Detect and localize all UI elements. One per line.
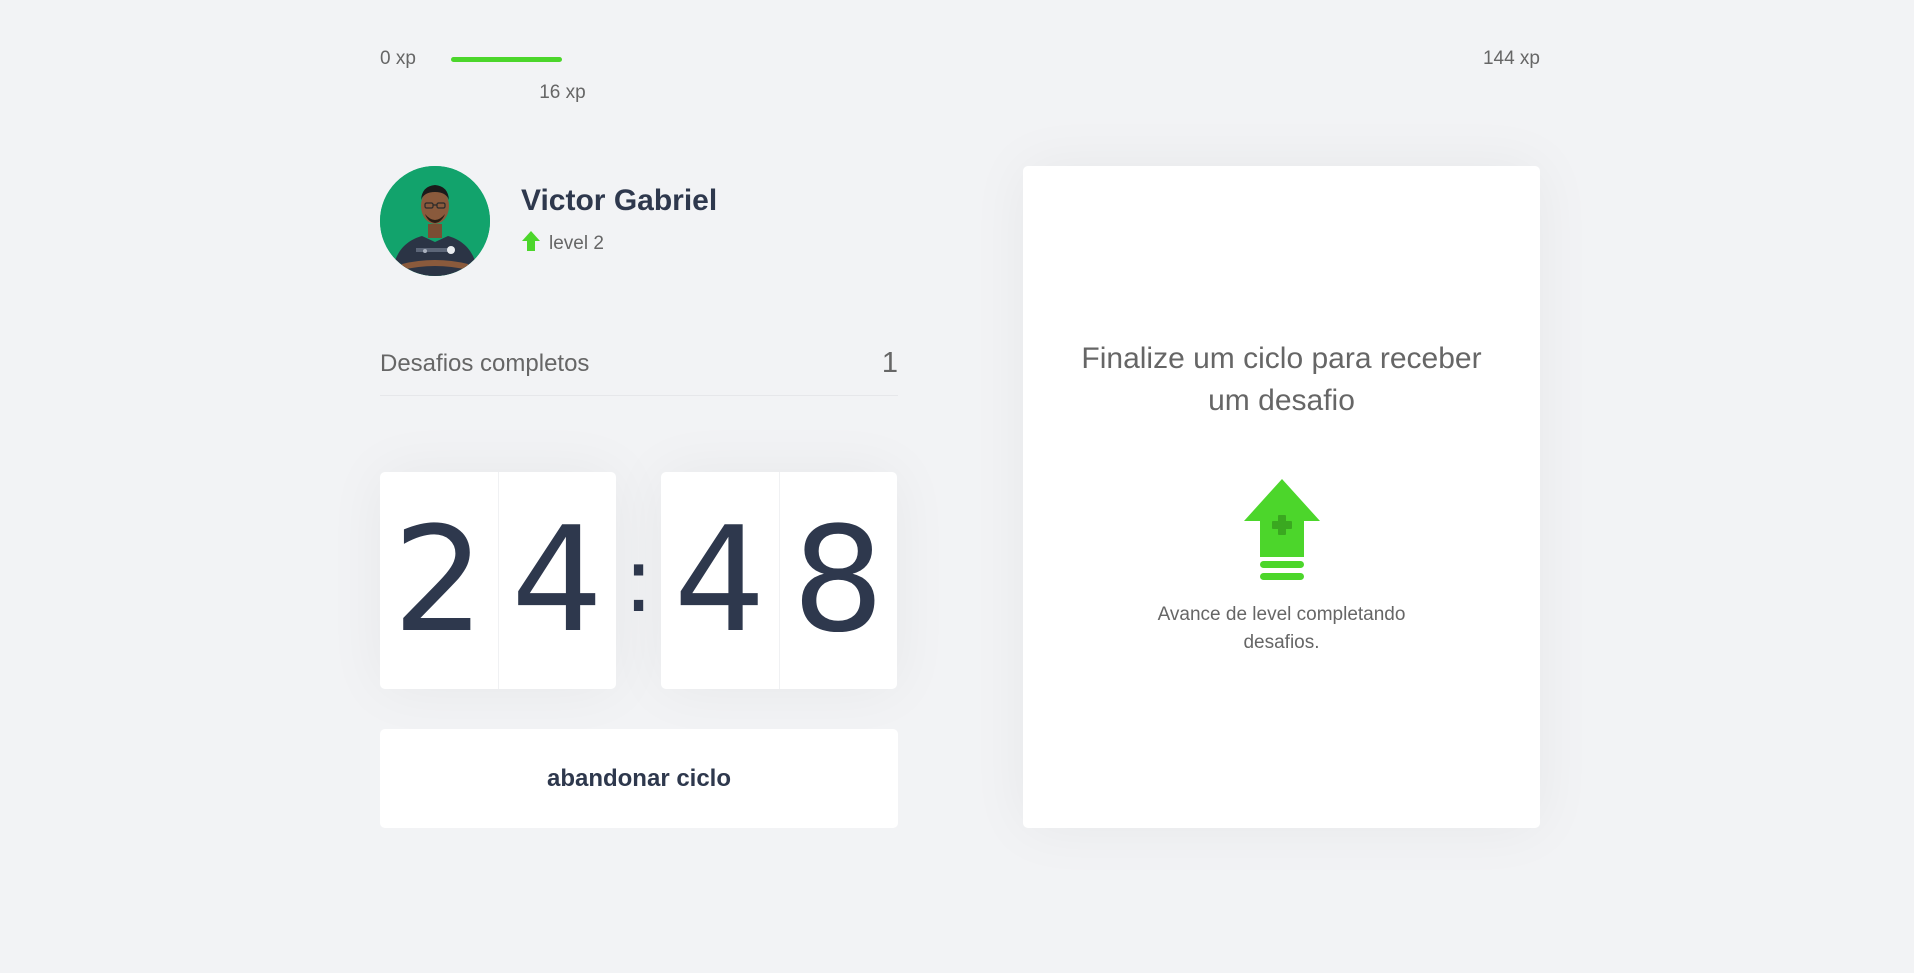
- completed-challenges-label: Desafios completos: [380, 350, 590, 377]
- challenge-box-description: Avance de level completando desafios.: [1157, 604, 1406, 653]
- abandon-cycle-button[interactable]: abandonar ciclo: [380, 729, 898, 828]
- minutes-right-digit: 4: [497, 472, 617, 689]
- avatar-image: [380, 166, 490, 276]
- experience-bar: 0 xp 16 xp 144 xp: [380, 48, 1540, 103]
- countdown-seconds: 4 8: [661, 472, 897, 689]
- experience-start-label: 0 xp: [380, 48, 416, 69]
- experience-end-label: 144 xp: [1482, 48, 1540, 69]
- profile-name: Victor Gabriel: [521, 184, 718, 217]
- experience-track: 16 xp: [451, 57, 1454, 103]
- profile-level: level 2: [521, 230, 604, 258]
- countdown-separator: :: [623, 527, 654, 633]
- level-up-arrow-icon: [521, 230, 541, 258]
- countdown-minutes: 2 4: [380, 472, 616, 689]
- minutes-left-digit: 2: [392, 496, 485, 665]
- level-up-icon: [1244, 479, 1320, 581]
- profile: Victor Gabriel level 2: [380, 166, 900, 276]
- completed-challenges-count: 1: [881, 347, 898, 379]
- seconds-left-digit: 4: [673, 496, 766, 665]
- seconds-right-digit: 8: [778, 472, 898, 689]
- app-container: 0 xp 16 xp 144 xp Victor Gabriel level 2…: [380, 0, 1540, 973]
- completed-challenges: Desafios completos 1: [380, 335, 898, 396]
- experience-fill: [451, 57, 563, 62]
- avatar: [380, 166, 490, 276]
- countdown: 2 4 : 4 8: [380, 472, 898, 689]
- experience-current-label: 16 xp: [539, 82, 586, 103]
- level-label: level 2: [549, 233, 604, 254]
- challenge-box-title: Finalize um ciclo para receber um desafi…: [1081, 342, 1482, 417]
- challenge-box: Finalize um ciclo para receber um desafi…: [1023, 166, 1540, 828]
